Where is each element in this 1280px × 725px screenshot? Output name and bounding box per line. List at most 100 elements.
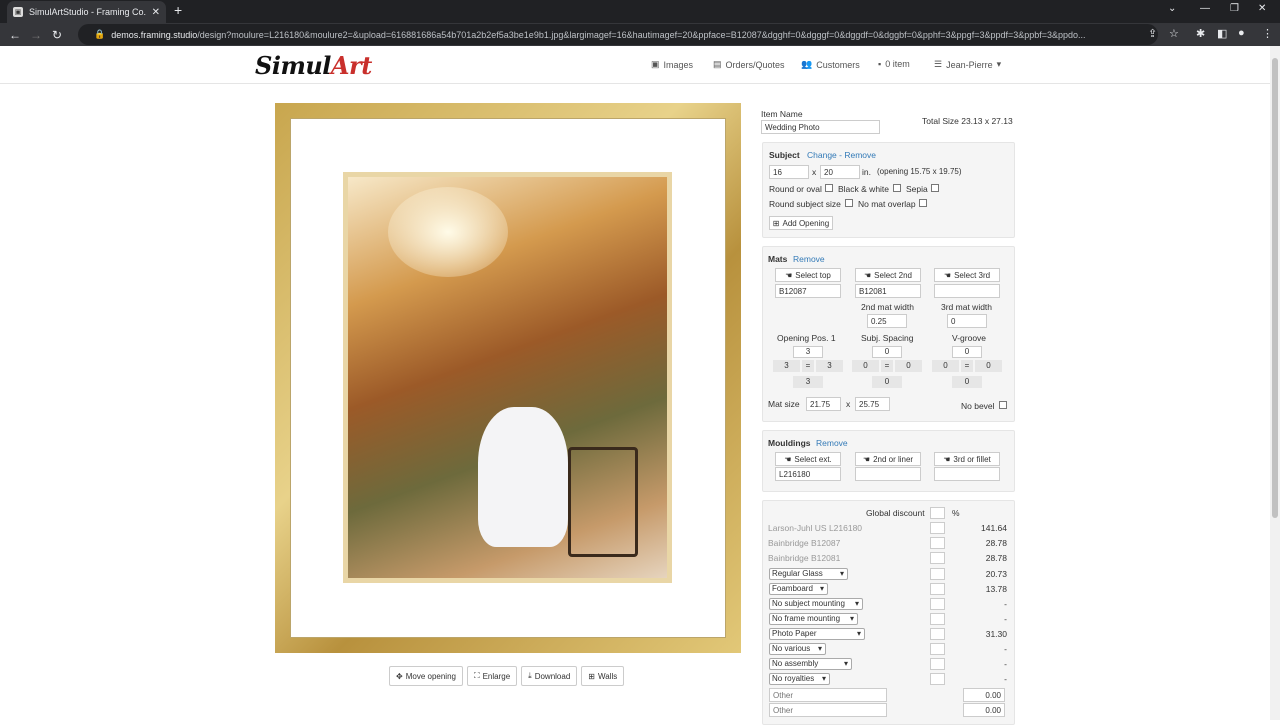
black-white-checkbox[interactable] bbox=[893, 184, 901, 192]
mat-size-width-input[interactable] bbox=[806, 397, 841, 411]
vgroove-top-input[interactable]: 0 bbox=[952, 346, 982, 358]
mouldings-remove-link[interactable]: Remove bbox=[816, 438, 848, 448]
nav-images[interactable]: ▣ Images bbox=[651, 59, 693, 70]
select-top-mat-button[interactable]: ☚ Select top bbox=[775, 268, 841, 282]
share-icon[interactable]: ⇪ bbox=[1148, 27, 1157, 40]
nav-cart[interactable]: ▪ 0 item bbox=[878, 59, 910, 69]
vgroove-left-input[interactable]: 0 bbox=[932, 360, 959, 372]
round-subject-size-checkbox[interactable] bbox=[845, 199, 853, 207]
line-discount-input[interactable] bbox=[930, 613, 945, 625]
fillet-code-input[interactable] bbox=[934, 467, 1000, 481]
nav-orders[interactable]: ▤ Orders/Quotes bbox=[713, 59, 785, 70]
second-mat-code-input[interactable] bbox=[855, 284, 921, 298]
add-opening-button[interactable]: ⊞ Add Opening bbox=[769, 216, 833, 230]
spacing-bottom-input[interactable]: 0 bbox=[872, 376, 902, 388]
no-mat-overlap-checkbox[interactable] bbox=[919, 199, 927, 207]
enlarge-button[interactable]: ⛶ Enlarge bbox=[466, 666, 518, 686]
close-window-icon[interactable]: ✕ bbox=[1258, 3, 1266, 14]
round-oval-checkbox[interactable] bbox=[825, 184, 833, 192]
mat-size-height-input[interactable] bbox=[855, 397, 890, 411]
opening-right-input[interactable]: 3 bbox=[816, 360, 843, 372]
item-name-input[interactable] bbox=[761, 120, 880, 134]
sidebar-icon[interactable]: ◧ bbox=[1217, 27, 1227, 40]
various-select[interactable]: No various bbox=[769, 643, 826, 655]
select-liner-button[interactable]: ☚ 2nd or liner bbox=[855, 452, 921, 466]
star-icon[interactable]: ☆ bbox=[1169, 27, 1179, 40]
nav-user[interactable]: ☰ Jean-Pierre ▾ bbox=[934, 59, 1001, 70]
close-tab-icon[interactable]: ✕ bbox=[152, 7, 160, 18]
move-opening-button[interactable]: ✥ Move opening bbox=[389, 666, 463, 686]
subject-width-input[interactable] bbox=[769, 165, 809, 179]
top-mat-code-input[interactable] bbox=[775, 284, 841, 298]
ext-moulding-code-input[interactable] bbox=[775, 467, 841, 481]
other-price-input[interactable] bbox=[963, 688, 1005, 702]
download-button[interactable]: ⤓ Download bbox=[521, 666, 578, 686]
profile-avatar-icon[interactable]: ● bbox=[1238, 27, 1245, 39]
restore-icon[interactable]: ❐ bbox=[1230, 3, 1239, 14]
opening-left-input[interactable]: 3 bbox=[773, 360, 800, 372]
line-discount-input[interactable] bbox=[930, 583, 945, 595]
chevron-down-icon[interactable]: ⌄ bbox=[1168, 3, 1176, 14]
line-discount-input[interactable] bbox=[930, 658, 945, 670]
select-ext-moulding-button[interactable]: ☚ Select ext. bbox=[775, 452, 841, 466]
line-discount-input[interactable] bbox=[930, 537, 945, 549]
forward-icon[interactable]: → bbox=[25, 28, 47, 42]
liner-code-input[interactable] bbox=[855, 467, 921, 481]
line-discount-input[interactable] bbox=[930, 552, 945, 564]
line-discount-input[interactable] bbox=[930, 522, 945, 534]
glass-select[interactable]: Regular Glass bbox=[769, 568, 848, 580]
other-item-input[interactable] bbox=[769, 703, 887, 717]
nav-customers[interactable]: 👥 Customers bbox=[801, 59, 860, 70]
item-name-label: Item Name bbox=[761, 109, 803, 119]
backing-select[interactable]: Foamboard bbox=[769, 583, 828, 595]
spacing-left-input[interactable]: 0 bbox=[852, 360, 879, 372]
second-mat-width-input[interactable] bbox=[867, 314, 907, 328]
select-3rd-mat-button[interactable]: ☚ Select 3rd bbox=[934, 268, 1000, 282]
line-discount-input[interactable] bbox=[930, 628, 945, 640]
no-bevel-checkbox[interactable] bbox=[999, 401, 1007, 409]
spacing-equal-toggle[interactable]: = bbox=[881, 360, 893, 372]
logo[interactable]: SimulArt bbox=[255, 51, 372, 80]
subject-change-remove-link[interactable]: Change - Remove bbox=[807, 150, 876, 160]
browser-tab[interactable]: ▣ SimulArtStudio - Framing Co. ✕ bbox=[7, 1, 166, 23]
mats-remove-link[interactable]: Remove bbox=[793, 254, 825, 264]
address-bar[interactable]: 🔒 demos.framing.studio/design?moulure=L2… bbox=[78, 24, 1158, 45]
line-discount-input[interactable] bbox=[930, 673, 945, 685]
download-label: Download bbox=[534, 671, 571, 681]
opening-equal-toggle[interactable]: = bbox=[802, 360, 814, 372]
assembly-select[interactable]: No assembly bbox=[769, 658, 852, 670]
global-discount-input[interactable] bbox=[930, 507, 945, 519]
subject-photo[interactable] bbox=[348, 177, 667, 578]
third-mat-width-input[interactable] bbox=[947, 314, 987, 328]
opening-bottom-input[interactable]: 3 bbox=[793, 376, 823, 388]
subject-mounting-select[interactable]: No subject mounting bbox=[769, 598, 863, 610]
opening-top-input[interactable]: 3 bbox=[793, 346, 823, 358]
royalties-select[interactable]: No royalties bbox=[769, 673, 830, 685]
vgroove-bottom-input[interactable]: 0 bbox=[952, 376, 982, 388]
new-tab-icon[interactable]: + bbox=[174, 2, 182, 18]
minimize-icon[interactable]: — bbox=[1200, 3, 1210, 14]
more-icon[interactable]: ⋮ bbox=[1262, 27, 1273, 40]
frame-mounting-select[interactable]: No frame mounting bbox=[769, 613, 858, 625]
select-2nd-mat-button[interactable]: ☚ Select 2nd bbox=[855, 268, 921, 282]
other-price-input[interactable] bbox=[963, 703, 1005, 717]
sepia-checkbox[interactable] bbox=[931, 184, 939, 192]
vgroove-equal-toggle[interactable]: = bbox=[961, 360, 973, 372]
line-discount-input[interactable] bbox=[930, 598, 945, 610]
other-item-input[interactable] bbox=[769, 688, 887, 702]
spacing-right-input[interactable]: 0 bbox=[895, 360, 922, 372]
reload-icon[interactable]: ↻ bbox=[46, 28, 68, 42]
extensions-icon[interactable]: ✱ bbox=[1196, 27, 1205, 40]
line-discount-input[interactable] bbox=[930, 643, 945, 655]
subject-height-input[interactable] bbox=[820, 165, 860, 179]
spacing-top-input[interactable]: 0 bbox=[872, 346, 902, 358]
walls-button[interactable]: ⊞ Walls bbox=[581, 666, 625, 686]
scrollbar-thumb[interactable] bbox=[1272, 58, 1278, 518]
select-fillet-button[interactable]: ☚ 3rd or fillet bbox=[934, 452, 1000, 466]
vgroove-right-input[interactable]: 0 bbox=[975, 360, 1002, 372]
back-icon[interactable]: ← bbox=[4, 28, 26, 42]
paper-select[interactable]: Photo Paper bbox=[769, 628, 865, 640]
third-mat-code-input[interactable] bbox=[934, 284, 1000, 298]
line-discount-input[interactable] bbox=[930, 568, 945, 580]
app-header: SimulArt ▣ Images ▤ Orders/Quotes 👥 Custome… bbox=[0, 46, 1270, 84]
